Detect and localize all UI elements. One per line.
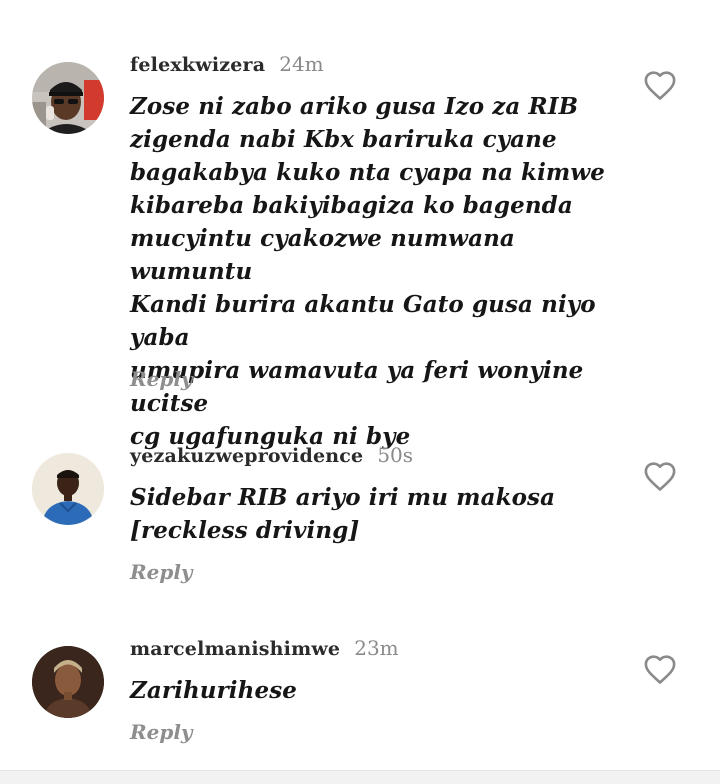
heart-outline-icon <box>644 462 676 491</box>
comment-meta: marcelmanishimwe 23m <box>130 636 399 666</box>
timestamp: 50s <box>377 443 414 467</box>
comment-meta: yezakuzweprovidence 50s <box>130 443 413 473</box>
like-button[interactable] <box>642 653 678 685</box>
reply-button[interactable]: Reply <box>130 560 193 584</box>
timestamp: 23m <box>354 636 399 660</box>
reply-button[interactable]: Reply <box>130 720 193 744</box>
like-button[interactable] <box>642 460 678 492</box>
username[interactable]: felexkwizera <box>130 54 265 76</box>
avatar-image <box>32 646 104 718</box>
heart-outline-icon <box>644 655 676 684</box>
username[interactable]: marcelmanishimwe <box>130 638 340 660</box>
previous-comment-fragment: ~ <box>130 0 190 6</box>
timestamp: 24m <box>279 52 324 76</box>
comment-meta: felexkwizera 24m <box>130 52 324 82</box>
avatar[interactable] <box>32 62 104 134</box>
avatar-image <box>32 453 104 525</box>
avatar[interactable] <box>32 453 104 525</box>
heart-outline-icon <box>644 71 676 100</box>
avatar-image <box>32 62 104 134</box>
comment-text: Sidebar RIB ariyo iri mu makosa [reckles… <box>130 484 556 544</box>
username[interactable]: yezakuzweprovidence <box>130 445 363 467</box>
bottom-divider <box>0 770 720 784</box>
comment-text: Zarihurihese <box>130 677 297 704</box>
avatar[interactable] <box>32 646 104 718</box>
like-button[interactable] <box>642 69 678 101</box>
reply-button[interactable]: Reply <box>130 367 193 391</box>
comment-text: Zose ni zabo ariko gusa Izo za RIB zigen… <box>130 93 606 450</box>
